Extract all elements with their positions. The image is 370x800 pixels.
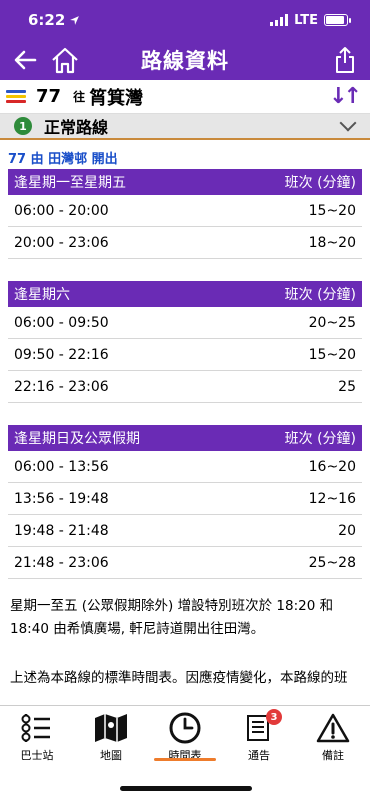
network-label: LTE xyxy=(294,12,318,28)
schedule-sunday-holiday: 逢星期日及公眾假期 班次 (分鐘) 06:00 - 13:56 16~20 13… xyxy=(8,425,362,579)
departure-info: 77 由 田灣邨 開出 xyxy=(8,152,118,167)
chevron-down-icon xyxy=(339,114,357,132)
schedule-row: 22:16 - 23:06 25 xyxy=(8,371,362,403)
frequency: 16~20 xyxy=(308,458,356,475)
location-arrow-icon xyxy=(70,15,80,25)
schedule-title: 逢星期一至星期五 xyxy=(14,175,126,191)
schedule-row: 06:00 - 13:56 16~20 xyxy=(8,451,362,483)
tab-label: 備註 xyxy=(322,749,344,762)
schedule-title: 逢星期日及公眾假期 xyxy=(14,431,140,447)
tab-bus-stops[interactable]: 巴士站 xyxy=(0,706,74,767)
bottom-tab-bar: 巴士站 地圖 時間表 3 通告 備註 xyxy=(0,705,370,767)
tab-label: 地圖 xyxy=(100,749,122,762)
tab-timetable[interactable]: 時間表 xyxy=(148,706,222,767)
time-range: 09:50 - 22:16 xyxy=(14,346,109,363)
share-icon xyxy=(336,47,354,73)
home-icon xyxy=(52,47,78,74)
frequency: 15~20 xyxy=(308,202,356,219)
status-bar: 6:22 LTE xyxy=(0,0,370,40)
schedule-row: 13:56 - 19:48 12~16 xyxy=(8,483,362,515)
home-indicator xyxy=(120,786,252,791)
frequency: 20 xyxy=(338,522,356,539)
variant-label: 正常路線 xyxy=(44,118,109,137)
frequency-header: 班次 (分鐘) xyxy=(284,287,356,303)
frequency: 25 xyxy=(338,378,356,395)
status-time: 6:22 xyxy=(28,11,66,29)
time-range: 06:00 - 13:56 xyxy=(14,458,109,475)
frequency: 15~20 xyxy=(308,346,356,363)
time-range: 20:00 - 23:06 xyxy=(14,234,109,251)
frequency: 18~20 xyxy=(308,234,356,251)
bus-stop-icon xyxy=(21,714,50,742)
clock-icon xyxy=(169,712,201,744)
frequency: 20~25 xyxy=(308,314,356,331)
nav-bar: 路線資料 xyxy=(0,40,370,80)
special-departure-note: 星期一至五 (公眾假期除外) 增設特別班次於 18:20 和 18:40 由希慎… xyxy=(10,598,334,637)
schedule-row: 21:48 - 23:06 25~28 xyxy=(8,547,362,579)
route-variant-selector[interactable]: 1 正常路線 xyxy=(0,114,370,140)
home-button[interactable] xyxy=(48,43,82,77)
schedule-row: 20:00 - 23:06 18~20 xyxy=(8,227,362,259)
timetable-content: 77 由 田灣邨 開出 逢星期一至星期五 班次 (分鐘) 06:00 - 20:… xyxy=(0,140,370,690)
time-range: 13:56 - 19:48 xyxy=(14,490,109,507)
frequency: 25~28 xyxy=(308,554,356,571)
share-button[interactable] xyxy=(328,43,362,77)
status-time-group: 6:22 xyxy=(28,11,80,29)
schedule-title: 逢星期六 xyxy=(14,287,70,303)
tab-map[interactable]: 地圖 xyxy=(74,706,148,767)
route-number: 77 xyxy=(36,86,62,107)
warning-icon xyxy=(316,713,350,743)
schedule-disclaimer: 上述為本路線的標準時間表。因應疫情變化，本路線的班 xyxy=(10,670,348,686)
schedule-row: 09:50 - 22:16 15~20 xyxy=(8,339,362,371)
route-header: 77 往 筲箕灣 ↓↑ xyxy=(0,80,370,114)
schedule-header: 逢星期日及公眾假期 班次 (分鐘) xyxy=(8,425,362,451)
variant-number-badge: 1 xyxy=(14,117,32,135)
schedule-header: 逢星期六 班次 (分鐘) xyxy=(8,281,362,307)
bus-company-icon xyxy=(6,89,26,104)
tab-notices[interactable]: 3 通告 xyxy=(222,706,296,767)
map-icon xyxy=(95,714,127,742)
schedule-weekdays: 逢星期一至星期五 班次 (分鐘) 06:00 - 20:00 15~20 20:… xyxy=(8,169,362,259)
frequency: 12~16 xyxy=(308,490,356,507)
frequency-header: 班次 (分鐘) xyxy=(284,431,356,447)
tab-label: 通告 xyxy=(248,749,270,762)
signal-icon xyxy=(270,14,289,26)
back-arrow-icon xyxy=(14,50,37,70)
time-range: 22:16 - 23:06 xyxy=(14,378,109,395)
time-range: 19:48 - 21:48 xyxy=(14,522,109,539)
swap-direction-button[interactable]: ↓↑ xyxy=(329,84,364,109)
route-destination: 筲箕灣 xyxy=(89,87,144,109)
schedule-row: 06:00 - 09:50 20~25 xyxy=(8,307,362,339)
status-indicators: LTE xyxy=(270,12,351,28)
frequency-header: 班次 (分鐘) xyxy=(284,175,356,191)
tab-remarks[interactable]: 備註 xyxy=(296,706,370,767)
tab-label: 巴士站 xyxy=(20,749,54,762)
notification-badge: 3 xyxy=(266,709,282,725)
schedule-row: 19:48 - 21:48 20 xyxy=(8,515,362,547)
route-to-label: 往 xyxy=(73,90,86,104)
schedule-saturday: 逢星期六 班次 (分鐘) 06:00 - 09:50 20~25 09:50 -… xyxy=(8,281,362,403)
time-range: 06:00 - 20:00 xyxy=(14,202,109,219)
time-range: 06:00 - 09:50 xyxy=(14,314,109,331)
time-range: 21:48 - 23:06 xyxy=(14,554,109,571)
back-button[interactable] xyxy=(8,43,42,77)
battery-icon xyxy=(324,14,351,26)
schedule-row: 06:00 - 20:00 15~20 xyxy=(8,195,362,227)
tab-label: 時間表 xyxy=(168,749,202,762)
schedule-header: 逢星期一至星期五 班次 (分鐘) xyxy=(8,169,362,195)
